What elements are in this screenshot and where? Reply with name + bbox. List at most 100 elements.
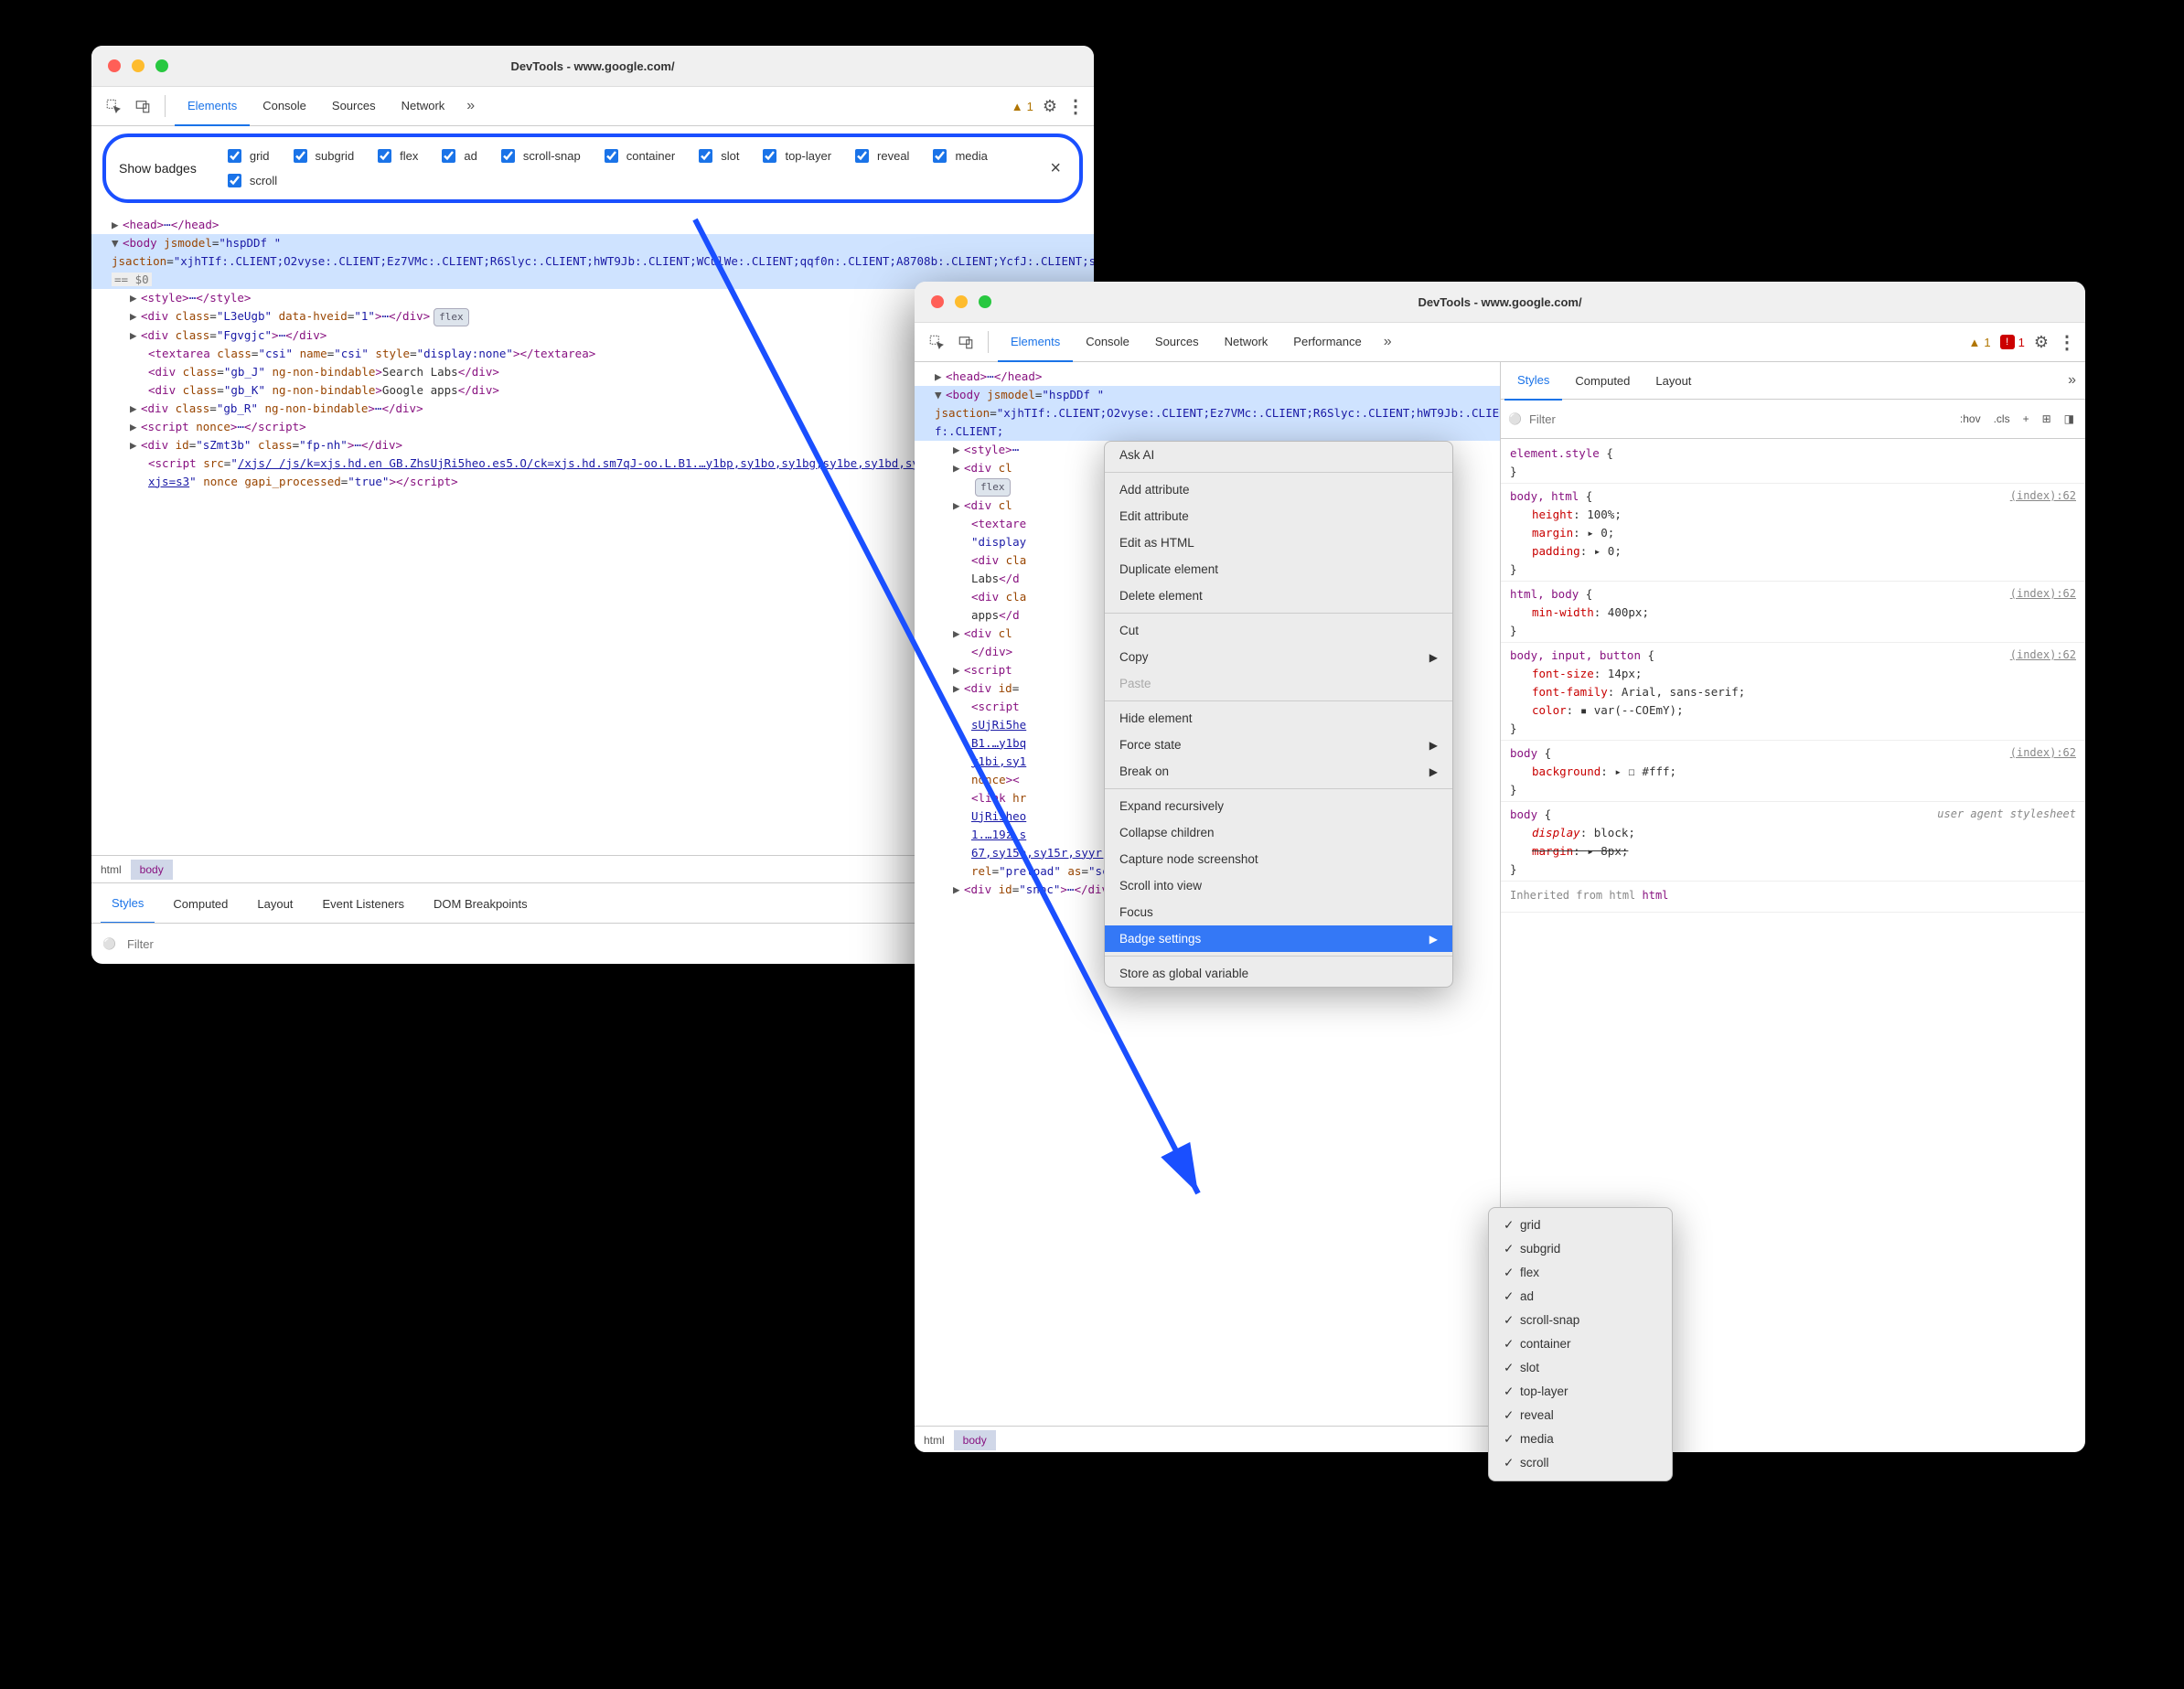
filter-icon: ⚪ <box>102 937 116 950</box>
subtab-styles[interactable]: Styles <box>101 883 155 924</box>
badge-checkbox-flex[interactable]: flex <box>374 146 418 166</box>
settings-icon[interactable]: ⚙ <box>2034 333 2049 352</box>
menu-expand-recursively[interactable]: Expand recursively <box>1105 793 1452 819</box>
menu-ask-ai[interactable]: Ask AI <box>1105 442 1452 468</box>
tab-performance[interactable]: Performance <box>1280 322 1374 360</box>
badge-checkbox-media[interactable]: media <box>929 146 987 166</box>
tab-elements[interactable]: Elements <box>175 86 250 126</box>
subtab-dom-breakpoints[interactable]: DOM Breakpoints <box>423 884 539 923</box>
minimize-dot[interactable] <box>955 295 968 308</box>
badge-checkbox-top-layer[interactable]: top-layer <box>759 146 831 166</box>
close-icon[interactable]: × <box>1044 158 1066 179</box>
new-rule-icon[interactable]: + <box>2019 411 2033 427</box>
menu-capture-node-screenshot[interactable]: Capture node screenshot <box>1105 846 1452 872</box>
badges-bar: Show badges grid subgrid flexad scroll-snap… <box>102 134 1083 203</box>
badge-option-slot[interactable]: ✓slot <box>1489 1356 1672 1380</box>
close-dot[interactable] <box>931 295 944 308</box>
menu-force-state[interactable]: Force state▶ <box>1105 732 1452 758</box>
traffic-lights <box>915 295 991 308</box>
computed-icon[interactable]: ⊞ <box>2039 411 2055 427</box>
tab-console[interactable]: Console <box>250 86 319 124</box>
tab-console[interactable]: Console <box>1073 322 1142 360</box>
flex-badge[interactable]: flex <box>434 308 469 326</box>
badge-checkbox-subgrid[interactable]: subgrid <box>290 146 355 166</box>
more-tabs-icon[interactable]: » <box>461 98 480 114</box>
badge-option-scroll-snap[interactable]: ✓scroll-snap <box>1489 1309 1672 1332</box>
close-dot[interactable] <box>108 59 121 72</box>
subtab-event-listeners[interactable]: Event Listeners <box>311 884 415 923</box>
menu-store-as-global-variable[interactable]: Store as global variable <box>1105 960 1452 987</box>
menu-edit-attribute[interactable]: Edit attribute <box>1105 503 1452 529</box>
window-title: DevTools - www.google.com/ <box>1418 295 1581 309</box>
badge-option-reveal[interactable]: ✓reveal <box>1489 1404 1672 1427</box>
settings-icon[interactable]: ⚙ <box>1043 97 1057 116</box>
subtab-computed[interactable]: Computed <box>1562 361 1643 400</box>
badge-checkbox-scroll-snap[interactable]: scroll-snap <box>498 146 581 166</box>
subtab-computed[interactable]: Computed <box>162 884 239 923</box>
warning-count[interactable]: ▲ 1 <box>1012 100 1033 113</box>
badges-label: Show badges <box>119 161 197 176</box>
titlebar: DevTools - www.google.com/ <box>91 46 1094 87</box>
flex-badge[interactable]: flex <box>975 478 1011 497</box>
zoom-dot[interactable] <box>979 295 991 308</box>
menu-collapse-children[interactable]: Collapse children <box>1105 819 1452 846</box>
filter-input[interactable] <box>1527 412 1951 427</box>
breadcrumbs: html body <box>915 1426 1500 1452</box>
tab-sources[interactable]: Sources <box>319 86 389 124</box>
tab-elements[interactable]: Elements <box>998 322 1073 362</box>
styles-filter: ⚪ :hov .cls + ⊞ ◨ <box>1501 400 2085 439</box>
filter-icon: ⚪ <box>1508 412 1522 425</box>
hov-button[interactable]: :hov <box>1956 411 1985 427</box>
error-count[interactable]: ! 1 <box>2000 335 2025 349</box>
badge-option-subgrid[interactable]: ✓subgrid <box>1489 1237 1672 1261</box>
badge-checkbox-reveal[interactable]: reveal <box>851 146 909 166</box>
subtab-layout[interactable]: Layout <box>246 884 304 923</box>
menu-edit-as-html[interactable]: Edit as HTML <box>1105 529 1452 556</box>
badge-checkbox-slot[interactable]: slot <box>695 146 739 166</box>
badge-checkbox-grid[interactable]: grid <box>224 146 270 166</box>
crumb-html[interactable]: html <box>91 860 131 880</box>
badge-checkbox-container[interactable]: container <box>601 146 675 166</box>
inspect-icon[interactable] <box>924 329 949 355</box>
tab-network[interactable]: Network <box>1212 322 1281 360</box>
menu-cut[interactable]: Cut <box>1105 617 1452 644</box>
menu-add-attribute[interactable]: Add attribute <box>1105 476 1452 503</box>
badge-option-top-layer[interactable]: ✓top-layer <box>1489 1380 1672 1404</box>
context-menu: Ask AI Add attributeEdit attributeEdit as… <box>1104 441 1453 988</box>
inspect-icon[interactable] <box>101 93 126 119</box>
badge-option-container[interactable]: ✓container <box>1489 1332 1672 1356</box>
more-icon[interactable]: ⋮ <box>1066 95 1085 118</box>
menu-break-on[interactable]: Break on▶ <box>1105 758 1452 785</box>
minimize-dot[interactable] <box>132 59 145 72</box>
warning-count[interactable]: ▲ 1 <box>1969 336 1991 349</box>
menu-delete-element[interactable]: Delete element <box>1105 583 1452 609</box>
tab-sources[interactable]: Sources <box>1142 322 1212 360</box>
menu-duplicate-element[interactable]: Duplicate element <box>1105 556 1452 583</box>
subtab-layout[interactable]: Layout <box>1643 361 1704 400</box>
cls-button[interactable]: .cls <box>1990 411 2014 427</box>
crumb-html[interactable]: html <box>915 1430 954 1450</box>
menu-hide-element[interactable]: Hide element <box>1105 705 1452 732</box>
badge-checkbox-ad[interactable]: ad <box>438 146 476 166</box>
badge-option-media[interactable]: ✓media <box>1489 1427 1672 1451</box>
menu-focus[interactable]: Focus <box>1105 899 1452 925</box>
tab-network[interactable]: Network <box>389 86 458 124</box>
badge-option-grid[interactable]: ✓grid <box>1489 1213 1672 1237</box>
menu-copy[interactable]: Copy▶ <box>1105 644 1452 670</box>
more-icon[interactable]: ⋮ <box>2058 331 2076 354</box>
menu-badge-settings[interactable]: Badge settings▶ <box>1105 925 1452 952</box>
zoom-dot[interactable] <box>155 59 168 72</box>
badge-option-ad[interactable]: ✓ad <box>1489 1285 1672 1309</box>
badge-checkbox-scroll[interactable]: scroll <box>224 171 277 190</box>
menu-scroll-into-view[interactable]: Scroll into view <box>1105 872 1452 899</box>
device-icon[interactable] <box>130 93 155 119</box>
more-tabs-icon[interactable]: » <box>2062 372 2082 389</box>
sidebar-icon[interactable]: ◨ <box>2061 411 2078 427</box>
crumb-body[interactable]: body <box>131 860 173 880</box>
subtab-styles[interactable]: Styles <box>1504 360 1562 401</box>
badge-option-scroll[interactable]: ✓scroll <box>1489 1451 1672 1475</box>
badge-option-flex[interactable]: ✓flex <box>1489 1261 1672 1285</box>
crumb-body[interactable]: body <box>954 1430 996 1450</box>
more-tabs-icon[interactable]: » <box>1378 334 1397 350</box>
device-icon[interactable] <box>953 329 979 355</box>
